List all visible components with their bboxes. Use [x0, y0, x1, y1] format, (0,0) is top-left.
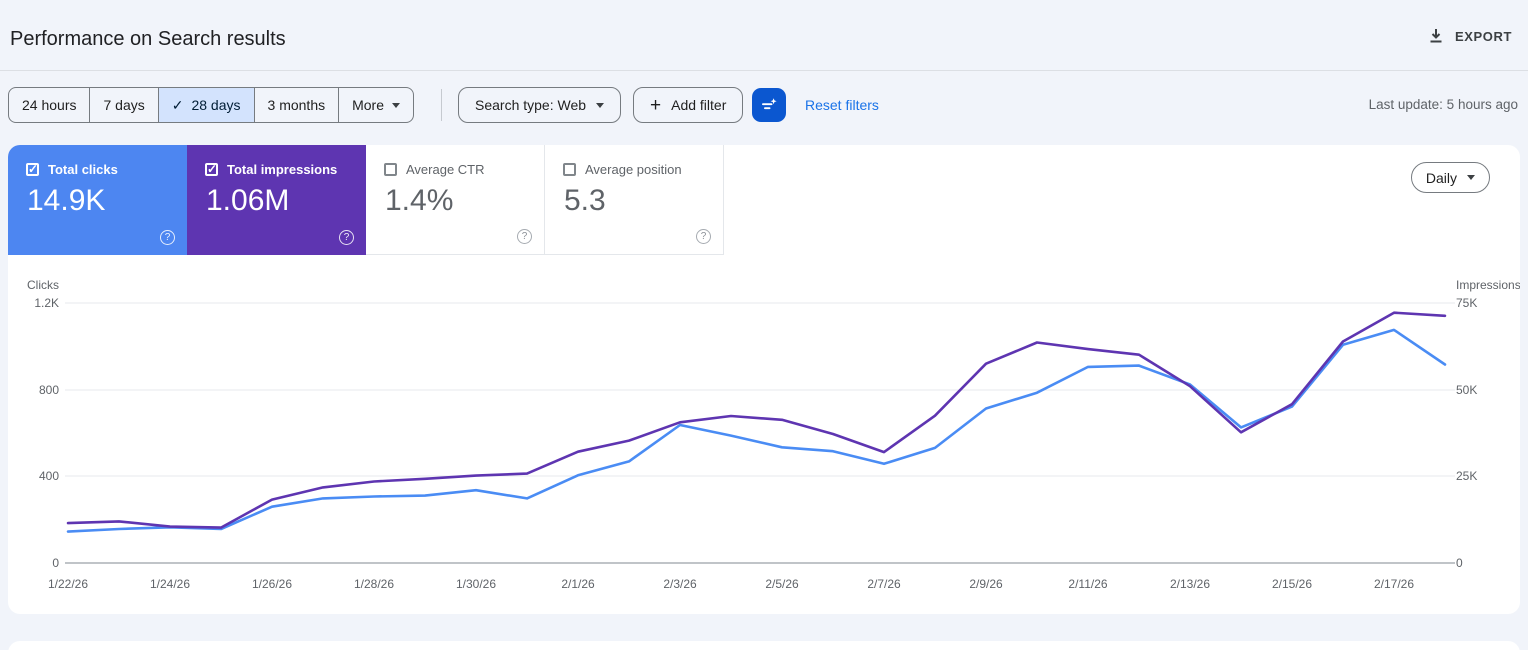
checkbox-unchecked-icon[interactable] [384, 163, 397, 176]
range-24-hours[interactable]: 24 hours [9, 88, 89, 122]
chevron-down-icon [596, 102, 605, 108]
x-axis-label: 2/3/26 [663, 577, 697, 591]
total-impressions-value: 1.06M [206, 184, 290, 217]
header-divider [0, 70, 1528, 71]
range-3-months[interactable]: 3 months [253, 88, 339, 122]
help-icon[interactable]: ? [160, 230, 175, 245]
filter-sparkle-icon [759, 95, 779, 115]
chevron-down-icon [392, 102, 401, 108]
performance-chart-card: ✓ Total clicks 14.9K ? ✓ Total impressio… [8, 145, 1520, 614]
range-28-days[interactable]: ✓ 28 days [157, 88, 254, 122]
y-tick-left: 1.2K [34, 296, 59, 310]
y-tick-right: 75K [1456, 296, 1478, 310]
x-axis-label: 2/13/26 [1169, 577, 1211, 591]
x-axis-label: 1/26/26 [251, 577, 293, 591]
total-clicks-tile[interactable]: ✓ Total clicks 14.9K ? [8, 145, 187, 255]
y-tick-left: 400 [38, 469, 59, 483]
average-position-value: 5.3 [564, 184, 606, 217]
impressions-series-line [66, 311, 1447, 529]
y-tick-left: 0 [52, 556, 59, 570]
check-icon: ✓ [171, 96, 184, 113]
y-tick-right: 25K [1456, 469, 1478, 483]
export-label: EXPORT [1454, 28, 1512, 44]
checkbox-unchecked-icon[interactable] [563, 163, 576, 176]
metric-tiles: ✓ Total clicks 14.9K ? ✓ Total impressio… [8, 145, 724, 255]
x-axis-label: 2/15/26 [1271, 577, 1313, 591]
export-button[interactable]: EXPORT [1428, 28, 1512, 44]
x-axis-label: 1/24/26 [149, 577, 191, 591]
add-filter-button[interactable]: + Add filter [633, 87, 744, 123]
x-axis-label: 1/22/26 [47, 577, 89, 591]
help-icon[interactable]: ? [696, 229, 711, 244]
next-section-card [8, 641, 1520, 650]
filter-bar-separator [441, 89, 442, 121]
performance-line-chart[interactable] [65, 300, 1455, 572]
range-7-days[interactable]: 7 days [89, 88, 157, 122]
page-title: Performance on Search results [10, 28, 286, 50]
y-tick-right: 0 [1456, 556, 1463, 570]
left-axis-title: Clicks [27, 278, 59, 292]
date-range-group: 24 hours 7 days ✓ 28 days 3 months More [8, 87, 415, 123]
x-axis-label: 2/17/26 [1373, 577, 1415, 591]
chevron-down-icon [1467, 175, 1475, 180]
average-position-tile[interactable]: Average position 5.3 ? [545, 145, 724, 255]
x-axis-label: 1/28/26 [353, 577, 395, 591]
granularity-dropdown[interactable]: Daily [1410, 162, 1490, 193]
x-axis-label: 2/5/26 [765, 577, 799, 591]
total-clicks-value: 14.9K [27, 184, 106, 217]
x-axis-label: 2/7/26 [867, 577, 901, 591]
average-ctr-tile[interactable]: Average CTR 1.4% ? [366, 145, 545, 255]
x-axis-label: 2/11/26 [1068, 577, 1108, 591]
help-icon[interactable]: ? [517, 229, 532, 244]
range-more-dropdown[interactable]: More [338, 88, 413, 122]
search-console-performance-page: Performance on Search results EXPORT 24 … [0, 0, 1528, 650]
y-tick-right: 50K [1456, 383, 1478, 397]
x-axis-label: 2/1/26 [561, 577, 595, 591]
average-ctr-value: 1.4% [385, 184, 454, 217]
total-impressions-tile[interactable]: ✓ Total impressions 1.06M ? [187, 145, 366, 255]
checkbox-checked-icon[interactable]: ✓ [26, 162, 39, 176]
download-icon [1428, 28, 1444, 44]
x-axis-label: 2/9/26 [969, 577, 1003, 591]
reset-filters-link[interactable]: Reset filters [805, 97, 879, 113]
search-type-dropdown[interactable]: Search type: Web [458, 87, 622, 123]
y-tick-left: 800 [38, 383, 59, 397]
help-icon[interactable]: ? [339, 230, 354, 245]
last-update-text: Last update: 5 hours ago [1368, 97, 1518, 112]
plus-icon: + [650, 94, 662, 116]
filter-settings-button[interactable] [752, 88, 786, 122]
right-axis-title: Impressions [1456, 278, 1520, 292]
x-axis-label: 1/30/26 [455, 577, 497, 591]
checkbox-checked-icon[interactable]: ✓ [205, 162, 218, 176]
